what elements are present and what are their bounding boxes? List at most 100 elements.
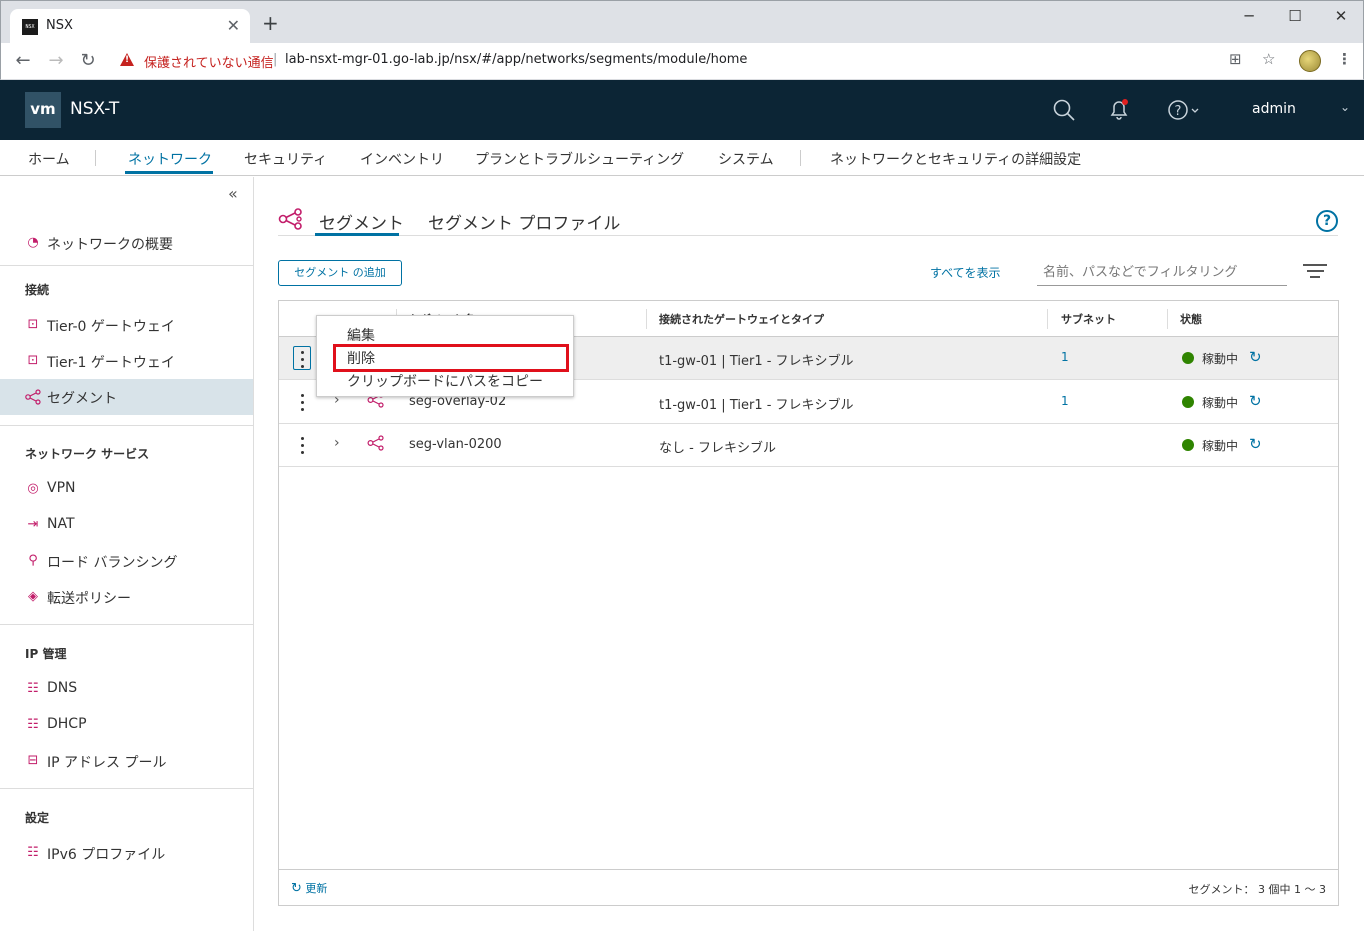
maximize-icon[interactable]: ☐ [1280, 7, 1310, 25]
segment-icon [278, 207, 304, 235]
table-footer: ↻ 更新 セグメント： 3 個中 1 ～ 3 [279, 869, 1338, 905]
column-header-subnets[interactable]: サブネット [1061, 311, 1116, 327]
segment-gateway: t1-gw-01 | Tier1 - フレキシブル [659, 398, 854, 413]
segment-icon [367, 435, 385, 455]
refresh-status-icon[interactable]: ↻ [1249, 392, 1262, 410]
table-row[interactable]: › seg-vlan-0200 なし - フレキシブル 稼動中 ↻ [279, 424, 1338, 467]
server-icon: ☷ [27, 717, 39, 732]
column-header-status[interactable]: 状態 [1180, 311, 1202, 327]
chevron-down-icon[interactable]: ⌄ [1340, 100, 1350, 114]
sidebar-item-ipv6-profiles[interactable]: ☷ IPv6 プロファイル [0, 835, 253, 871]
tab-active-indicator [315, 233, 399, 236]
segment-status: 稼動中 [1202, 396, 1239, 410]
refresh-status-icon[interactable]: ↻ [1249, 435, 1262, 453]
gateway-icon: ⊡ [27, 353, 39, 368]
refresh-button[interactable]: ↻ 更新 [291, 880, 327, 896]
delete-highlight-box [333, 344, 569, 372]
browser-tab[interactable]: NSX NSX ✕ [10, 9, 250, 44]
segment-subnets[interactable]: 1 [1061, 350, 1069, 364]
nav-advanced[interactable]: ネットワークとセキュリティの詳細設定 [830, 149, 1081, 169]
vmware-logo: vm [25, 92, 61, 128]
sidebar-item-vpn[interactable]: ◎ VPN [0, 471, 253, 507]
window-close-icon[interactable]: ✕ [1326, 7, 1356, 25]
sidebar: « ◔ ネットワークの概要 接続 ⊡ Tier-0 ゲートウェイ ⊡ Tier-… [0, 177, 254, 931]
nav-inventory[interactable]: インベントリ [360, 149, 444, 169]
refresh-status-icon[interactable]: ↻ [1249, 348, 1262, 366]
gateway-icon: ⊡ [27, 317, 39, 332]
minimize-icon[interactable]: ─ [1234, 7, 1264, 25]
nav-system[interactable]: システム [718, 149, 774, 169]
sidebar-item-segments[interactable]: セグメント [0, 379, 253, 415]
add-segment-button[interactable]: セグメント の追加 [278, 260, 402, 286]
translate-icon[interactable]: ⊞ [1229, 50, 1242, 68]
filter-input[interactable] [1037, 260, 1287, 286]
sidebar-item-tier1[interactable]: ⊡ Tier-1 ゲートウェイ [0, 343, 253, 379]
column-header-gateway[interactable]: 接続されたゲートウェイとタイプ [659, 311, 824, 327]
close-icon[interactable]: ✕ [227, 16, 240, 35]
segment-gateway: t1-gw-01 | Tier1 - フレキシブル [659, 354, 854, 369]
chevron-right-icon[interactable]: › [334, 435, 340, 451]
reload-icon[interactable]: ↻ [77, 50, 99, 71]
row-actions-icon[interactable] [293, 390, 311, 414]
nav-plan-troubleshoot[interactable]: プランとトラブルシューティング [475, 149, 684, 169]
nav-home[interactable]: ホーム [28, 149, 70, 169]
section-network-services: ネットワーク サービス [25, 447, 150, 461]
dashboard-icon: ◔ [27, 235, 39, 250]
security-warning[interactable]: 保護されていない通信 [144, 52, 274, 71]
sidebar-item-forwarding-policies[interactable]: ◈ 転送ポリシー [0, 579, 253, 615]
segment-name[interactable]: seg-vlan-0200 [409, 437, 502, 452]
section-connectivity: 接続 [25, 283, 50, 297]
row-actions-icon[interactable] [293, 346, 311, 370]
server-icon: ☷ [27, 681, 39, 696]
menu-item-edit[interactable]: 編集 [347, 325, 375, 345]
url-text[interactable]: lab-nsxt-mgr-01.go-lab.jp/nsx/#/app/netw… [285, 52, 747, 67]
segment-status: 稼動中 [1202, 352, 1239, 366]
status-up-icon [1182, 396, 1194, 408]
menu-icon[interactable]: ⋮ [1337, 50, 1352, 68]
forward-icon[interactable]: → [45, 50, 67, 71]
status-up-icon [1182, 439, 1194, 451]
help-menu-icon[interactable]: ? [1167, 98, 1201, 127]
forwarding-icon: ◈ [28, 589, 38, 604]
segment-gateway: なし - フレキシブル [659, 441, 776, 456]
sidebar-item-nat[interactable]: ⇥ NAT [0, 507, 253, 543]
status-up-icon [1182, 352, 1194, 364]
nsx-favicon-icon: NSX [22, 19, 38, 35]
tab-title: NSX [46, 18, 73, 33]
browser-tabstrip: NSX NSX ✕ + ─ ☐ ✕ [0, 0, 1364, 44]
bell-icon[interactable] [1107, 98, 1131, 127]
sidebar-item-tier0[interactable]: ⊡ Tier-0 ゲートウェイ [0, 307, 253, 343]
help-icon[interactable]: ? [1316, 210, 1338, 232]
sidebar-item-dhcp[interactable]: ☷ DHCP [0, 707, 253, 743]
star-icon[interactable]: ☆ [1262, 50, 1275, 68]
nav-networking[interactable]: ネットワーク [128, 149, 212, 169]
search-icon[interactable] [1052, 98, 1076, 127]
server-icon: ☷ [27, 845, 39, 860]
sidebar-item-overview[interactable]: ◔ ネットワークの概要 [0, 225, 253, 261]
section-settings: 設定 [25, 811, 50, 825]
section-ip-management: IP 管理 [25, 647, 67, 661]
sidebar-item-dns[interactable]: ☷ DNS [0, 671, 253, 707]
tab-segments[interactable]: セグメント [319, 209, 404, 234]
row-actions-icon[interactable] [293, 433, 311, 457]
address-bar: ← → ↻ 保護されていない通信 | lab-nsxt-mgr-01.go-la… [0, 43, 1364, 80]
segment-subnets[interactable]: 1 [1061, 394, 1069, 408]
menu-item-copy-path[interactable]: クリップボードにパスをコピー [347, 371, 543, 391]
pagination-count: セグメント： 3 個中 1 ～ 3 [1188, 883, 1326, 896]
new-tab-icon[interactable]: + [262, 13, 279, 33]
row-context-menu: 編集 削除 クリップボードにパスをコピー [316, 315, 574, 397]
filter-icon[interactable] [1303, 264, 1327, 282]
url-field[interactable]: 保護されていない通信 | lab-nsxt-mgr-01.go-lab.jp/n… [110, 47, 1290, 75]
sidebar-item-ip-pools[interactable]: ⊟ IP アドレス プール [0, 743, 253, 779]
collapse-sidebar-icon[interactable]: « [228, 184, 238, 203]
user-menu[interactable]: admin [1252, 101, 1296, 117]
ip-pool-icon: ⊟ [27, 753, 39, 768]
nav-security[interactable]: セキュリティ [244, 149, 327, 169]
profile-avatar[interactable] [1299, 50, 1321, 72]
sidebar-item-load-balancing[interactable]: ⚲ ロード バランシング [0, 543, 253, 579]
top-navigation: ホーム ネットワーク セキュリティ インベントリ プランとトラブルシューティング… [0, 140, 1364, 176]
tab-segment-profiles[interactable]: セグメント プロファイル [428, 209, 620, 234]
show-all-link[interactable]: すべてを表示 [930, 264, 1000, 281]
refresh-label: 更新 [305, 882, 328, 895]
back-icon[interactable]: ← [12, 50, 34, 71]
